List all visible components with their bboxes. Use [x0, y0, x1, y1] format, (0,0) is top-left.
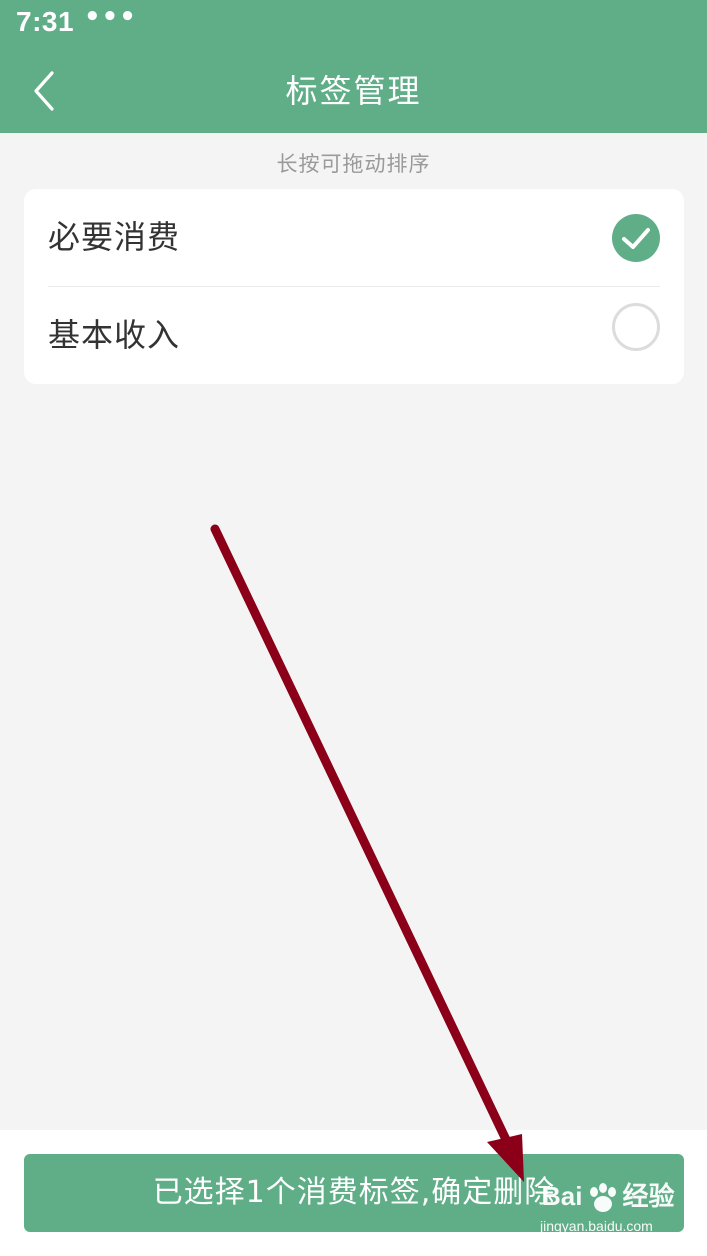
tag-management-screen: 7:31 ••• 标签管理 长按可拖动排序 必要消费 基本收入 已选择1个消费标… — [0, 0, 707, 1256]
back-button[interactable] — [20, 65, 72, 117]
drag-sort-hint: 长按可拖动排序 — [276, 152, 431, 176]
status-time: 7:31 — [16, 6, 75, 37]
chevron-left-icon — [34, 71, 54, 111]
tag-row-basic-income[interactable]: 基本收入 — [24, 287, 684, 384]
app-header: 标签管理 — [0, 50, 707, 133]
page-title: 标签管理 — [285, 72, 422, 110]
more-dots-icon: ••• — [84, 2, 137, 32]
tag-label: 基本收入 — [48, 316, 181, 354]
bottom-action-bar: 已选择1个消费标签,确定删除 — [0, 1130, 707, 1256]
tag-label: 必要消费 — [48, 218, 181, 256]
checked-circle-icon[interactable] — [612, 214, 660, 262]
status-bar: 7:31 ••• — [0, 0, 707, 50]
unchecked-circle-icon[interactable] — [612, 303, 660, 351]
tag-list: 必要消费 基本收入 — [24, 189, 684, 384]
tag-row-necessary-expense[interactable]: 必要消费 — [24, 189, 684, 286]
confirm-delete-button[interactable]: 已选择1个消费标签,确定删除 — [24, 1154, 684, 1232]
